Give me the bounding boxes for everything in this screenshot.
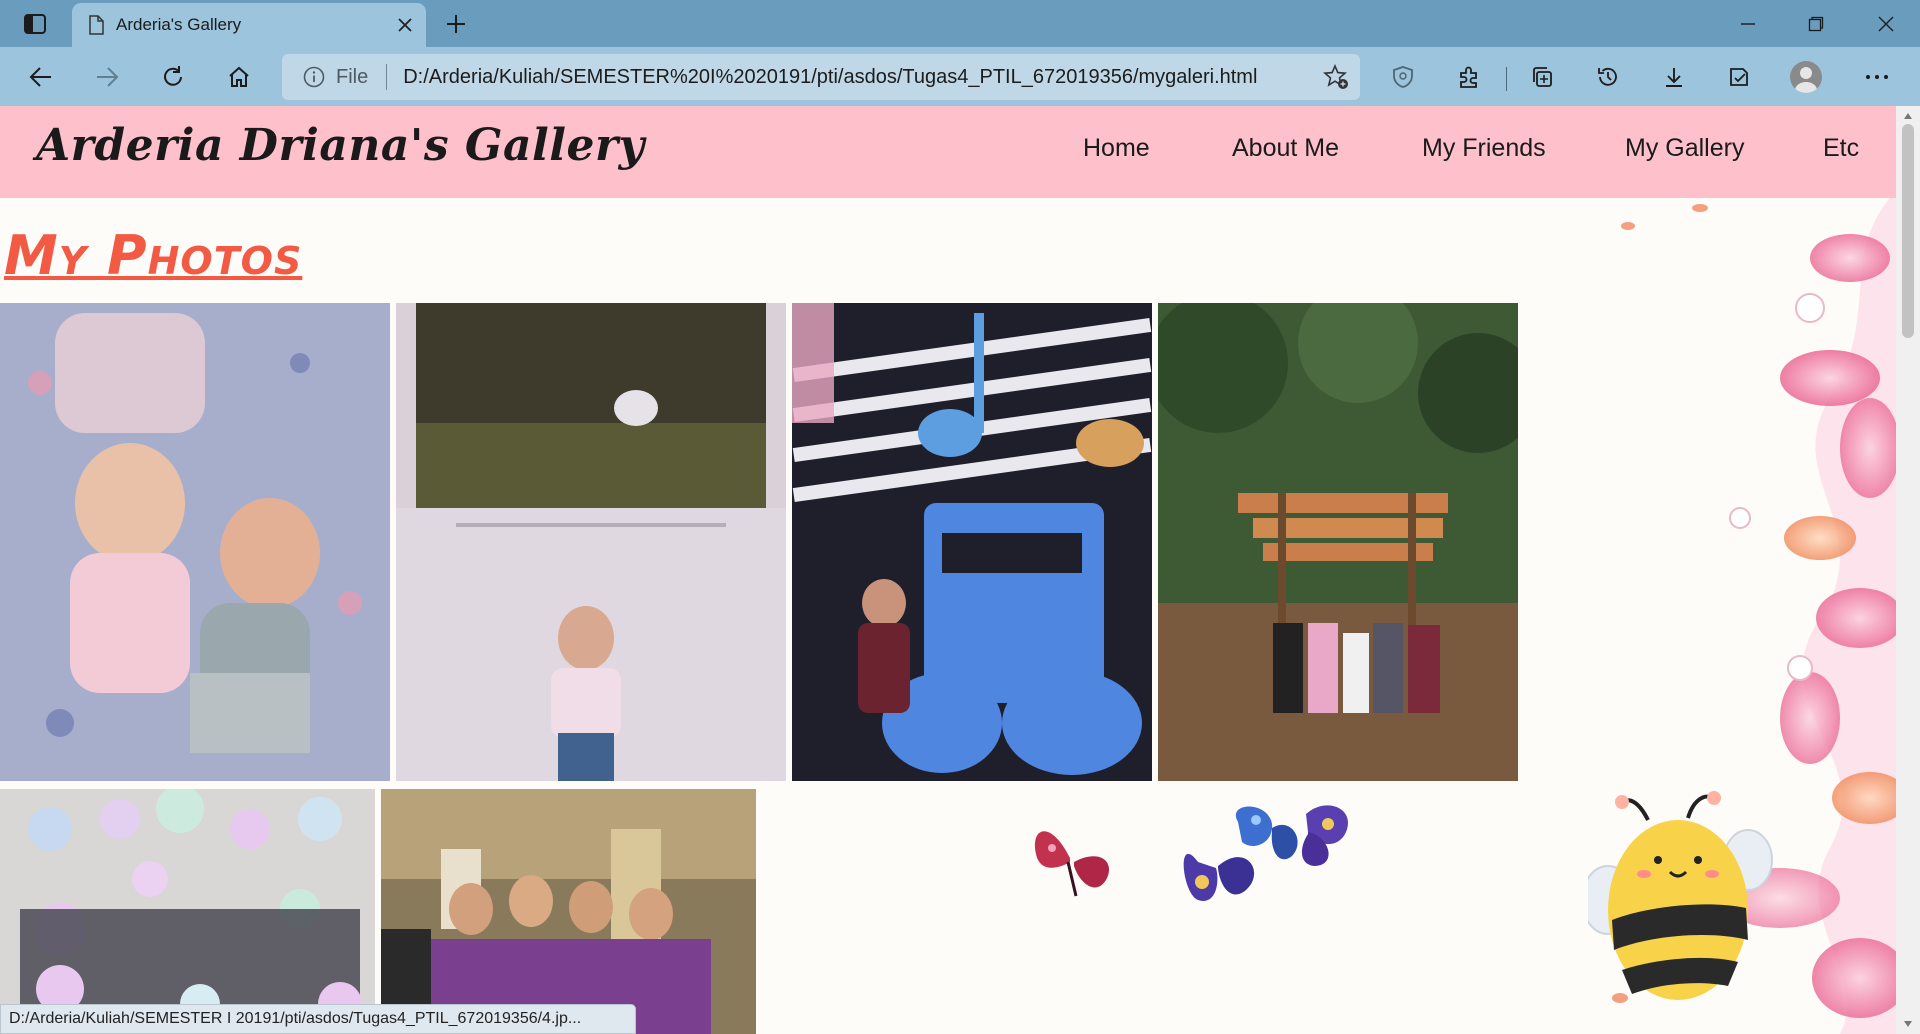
address-divider (386, 64, 388, 90)
browser-tab-bar: Arderia's Gallery (0, 0, 1920, 47)
photo-child-by-painting (396, 303, 786, 781)
minimize-icon (1741, 22, 1755, 25)
window-close-button[interactable] (1852, 0, 1920, 47)
bee-illustration (1588, 791, 1773, 1000)
triangle-down-icon (1904, 1021, 1912, 1027)
gallery-photo-5[interactable] (0, 789, 375, 1034)
tab-title: Arderia's Gallery (116, 15, 242, 34)
photo-group-with-balloons (0, 789, 375, 1034)
floral-background-illustration (1612, 198, 1896, 1034)
photo-girls-group (381, 789, 756, 1034)
address-bar[interactable]: File D:/Arderia/Kuliah/SEMESTER%20I%2020… (282, 54, 1360, 100)
close-icon (398, 18, 412, 32)
nav-link-about-me[interactable]: About Me (1232, 134, 1339, 163)
triangle-up-icon (1904, 113, 1912, 119)
nav-link-my-gallery[interactable]: My Gallery (1625, 134, 1744, 163)
forward-arrow-icon (97, 67, 119, 87)
gallery-photo-1[interactable] (0, 303, 390, 781)
close-icon (1878, 16, 1894, 31)
link-status-bar: D:/Arderia/Kuliah/SEMESTER I 20191/pti/a… (0, 1004, 636, 1034)
photo-hikers-at-signpost (1158, 303, 1518, 781)
history-icon (1598, 67, 1617, 86)
gallery-photo-4[interactable] (1158, 303, 1518, 781)
back-button[interactable] (20, 56, 62, 98)
star-add-icon (1323, 64, 1348, 89)
nav-link-home[interactable]: Home (1083, 134, 1150, 163)
site-title: Arderia Driana's Gallery (36, 120, 645, 171)
tab-actions-button[interactable] (14, 10, 56, 38)
heart-pulse-icon (1730, 68, 1748, 86)
info-icon[interactable] (302, 65, 326, 89)
add-favorite-button[interactable] (1316, 57, 1356, 97)
toolbar-divider (1506, 67, 1507, 91)
photo-babies-on-bed (0, 303, 390, 781)
scroll-down-button[interactable] (1902, 1018, 1914, 1030)
tab-actions-icon (24, 14, 46, 34)
user-icon (1795, 67, 1817, 93)
download-icon (1666, 68, 1682, 87)
scrollbar-thumb[interactable] (1902, 124, 1914, 338)
puzzle-icon (1460, 66, 1477, 88)
tracking-prevention-button[interactable] (1382, 56, 1424, 98)
forward-button[interactable] (86, 56, 128, 98)
gallery-photo-2[interactable] (396, 303, 786, 781)
profile-avatar[interactable] (1790, 61, 1822, 93)
restore-button[interactable] (1782, 0, 1850, 47)
address-scheme-label: File (336, 65, 369, 88)
butterfly-red-illustration (1034, 831, 1110, 897)
butterflies-blue-illustration (1183, 805, 1348, 901)
nav-link-etc[interactable]: Etc (1823, 134, 1859, 163)
back-arrow-icon (29, 67, 51, 87)
plus-icon (447, 15, 465, 33)
shield-icon (1393, 66, 1413, 88)
scroll-up-button[interactable] (1902, 110, 1914, 122)
browser-toolbar: File D:/Arderia/Kuliah/SEMESTER%20I%2020… (0, 47, 1920, 106)
address-url[interactable]: D:/Arderia/Kuliah/SEMESTER%20I%2020191/p… (403, 66, 1316, 89)
collections-icon (1533, 67, 1552, 87)
new-tab-button[interactable] (438, 6, 474, 42)
performance-button[interactable] (1718, 56, 1760, 98)
photos-heading: My Photos (4, 224, 303, 287)
gallery-photo-6[interactable] (381, 789, 756, 1034)
home-button[interactable] (218, 56, 260, 98)
collections-button[interactable] (1521, 56, 1563, 98)
history-button[interactable] (1587, 56, 1629, 98)
refresh-icon (164, 66, 182, 86)
home-icon (229, 66, 249, 87)
more-icon (1866, 75, 1888, 79)
restore-icon (1808, 16, 1824, 31)
gallery-photo-3[interactable] (792, 303, 1152, 781)
tab-close-button[interactable] (388, 8, 422, 42)
browser-tab-active[interactable]: Arderia's Gallery (72, 3, 426, 47)
photo-music-note-sculpture (792, 303, 1152, 781)
downloads-button[interactable] (1653, 56, 1695, 98)
page-scrollbar[interactable] (1896, 106, 1920, 1034)
extensions-button[interactable] (1448, 56, 1490, 98)
nav-link-my-friends[interactable]: My Friends (1422, 134, 1546, 163)
page-icon (89, 15, 104, 35)
page-viewport: Arderia Driana's Gallery Home About Me M… (0, 106, 1920, 1034)
site-header: Arderia Driana's Gallery Home About Me M… (0, 106, 1896, 198)
settings-menu-button[interactable] (1856, 56, 1898, 98)
minimize-button[interactable] (1714, 0, 1782, 47)
refresh-button[interactable] (152, 56, 194, 98)
